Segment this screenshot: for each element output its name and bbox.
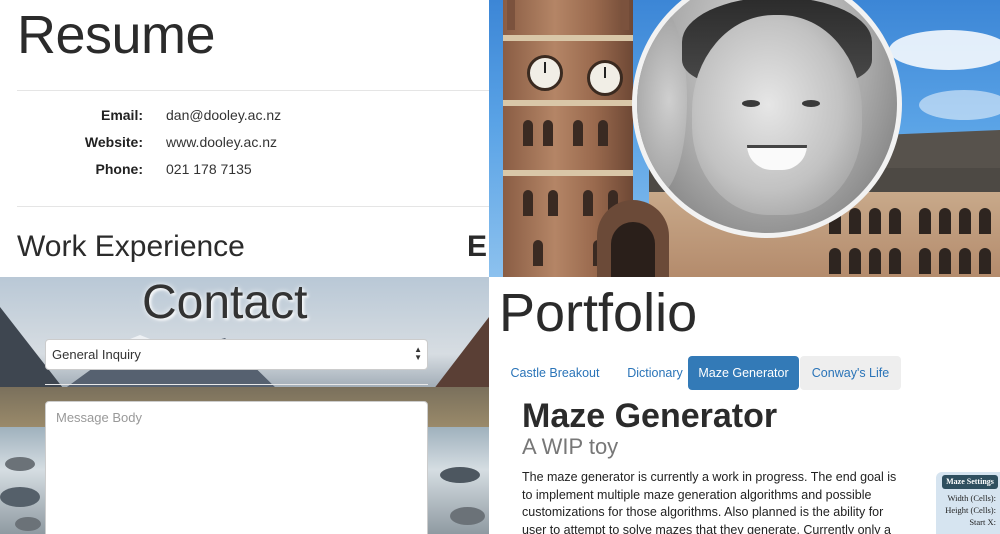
divider [17,206,489,207]
start-x-label: Start X: [969,517,996,527]
next-section-heading: E [467,230,488,263]
website-label: Website: [84,134,143,150]
eye [802,100,820,107]
phone-label: Phone: [95,161,143,177]
portfolio-title: Portfolio [499,283,698,343]
cloud [889,30,1000,70]
inquiry-type-select[interactable]: General Inquiry ▲ ▼ [45,339,428,370]
divider [45,384,428,385]
tab-maze-generator[interactable]: Maze Generator [688,356,799,390]
face [692,15,862,215]
profile-photo-panel [489,0,1000,277]
project-title: Maze Generator [522,397,778,435]
email-value[interactable]: dan@dooley.ac.nz [166,107,281,123]
website-row: Website: www.dooley.ac.nz [0,134,489,154]
eye [742,100,760,107]
second-face [637,5,687,195]
work-experience-heading: Work Experience [17,230,245,263]
maze-settings-panel: Maze Settings Width (Cells): Height (Cel… [936,472,1000,534]
contact-title: Contact [142,277,308,329]
email-row: Email: dan@dooley.ac.nz [0,107,489,127]
inquiry-type-value: General Inquiry [52,347,141,362]
height-cells-label: Height (Cells): [945,505,996,515]
clock-icon [587,60,623,96]
resume-panel: Resume Email: dan@dooley.ac.nz Website: … [0,0,489,277]
project-subtitle: A WIP toy [522,434,619,459]
maze-settings-heading: Maze Settings [942,475,998,489]
width-cells-label: Width (Cells): [947,493,996,503]
phone-row: Phone: 021 178 7135 [0,161,489,181]
resume-title: Resume [17,5,216,65]
tab-castle-breakout[interactable]: Castle Breakout [499,356,611,390]
website-value[interactable]: www.dooley.ac.nz [166,134,277,150]
divider [17,90,489,91]
phone-value: 021 178 7135 [166,161,252,177]
clock-icon [527,55,563,91]
email-label: Email: [100,107,143,123]
contact-panel: Contact General Inquiry ▲ ▼ Message Body [0,277,489,534]
message-body-placeholder: Message Body [56,410,142,425]
archway [597,200,669,277]
message-body-field[interactable]: Message Body [45,401,428,534]
cloud [919,90,1000,120]
portfolio-panel: Portfolio Castle Breakout Dictionary Maz… [489,277,1000,534]
project-description: The maze generator is currently a work i… [522,470,897,534]
tab-dictionary[interactable]: Dictionary [611,356,699,390]
tab-conways-life[interactable]: Conway's Life [800,356,901,390]
select-arrows-icon: ▲ ▼ [414,345,422,362]
